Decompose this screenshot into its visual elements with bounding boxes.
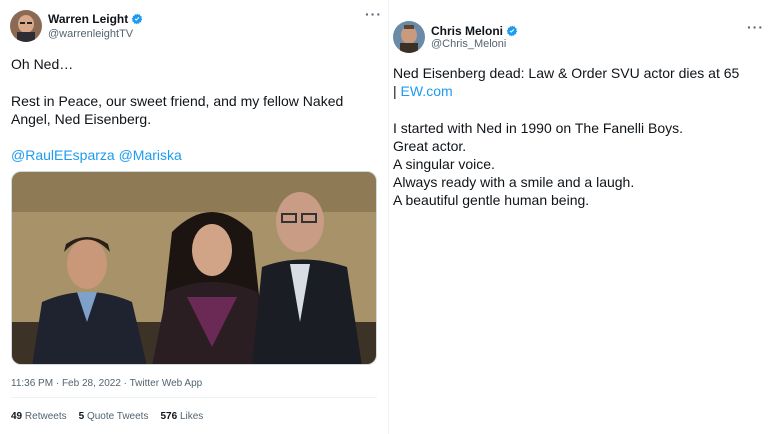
display-name-text: Warren Leight [48,12,129,26]
more-options-icon[interactable]: ··· [365,6,382,22]
retweets-label: Retweets [24,411,67,422]
tweet-text-line: Always ready with a smile and a laugh. [393,174,635,190]
retweets-count: 49 [11,411,23,422]
tweet-card-warren: Warren Leight @warrenleightTV ··· Oh Ned… [0,0,390,434]
avatar[interactable] [10,10,42,42]
divider [11,397,377,398]
user-handle[interactable]: @Chris_Meloni [431,38,506,50]
mention-link[interactable]: @RaulEEsparza [11,147,115,163]
more-options-icon[interactable]: ··· [747,19,764,35]
quote-tweets-count: 5 [78,411,85,422]
verified-badge-icon [131,13,143,25]
tweet-text-line: Angel, Ned Eisenberg. [11,111,152,127]
tweet-text-line: A beautiful gentle human being. [393,192,590,208]
retweets-stat[interactable]: 49 Retweets [11,411,67,422]
tweet-text-line: A singular voice. [393,156,495,172]
tweet-text-line: Rest in Peace, our sweet friend, and my … [11,93,344,109]
display-name[interactable]: Chris Meloni [431,24,518,38]
avatar[interactable] [393,21,425,53]
tweet-timestamp[interactable]: 11:36 PM · Feb 28, 2022 · Twitter Web Ap… [11,378,202,389]
tweet-text-line: Oh Ned… [11,56,74,72]
mention-link[interactable]: @Mariska [119,147,182,163]
quote-tweets-stat[interactable]: 5 Quote Tweets [79,411,149,422]
quote-tweets-label: Quote Tweets [86,411,149,422]
display-name[interactable]: Warren Leight [48,12,143,26]
tweet-text-line: Great actor. [393,138,467,154]
likes-count: 576 [160,411,178,422]
tweet-text-line: I started with Ned in 1990 on The Fanell… [393,120,684,136]
tweet-photo[interactable] [11,171,377,365]
likes-stat[interactable]: 576 Likes [160,411,203,422]
likes-label: Likes [179,411,204,422]
tweet-card-chris: Chris Meloni @Chris_Meloni ··· Ned Eisen… [388,0,768,434]
display-name-text: Chris Meloni [431,24,504,38]
source-link[interactable]: EW.com [401,83,453,99]
separator-text: | [393,83,401,99]
user-handle[interactable]: @warrenleightTV [48,28,133,40]
tweet-text-line: | EW.com [393,82,453,100]
mentions-line: @RaulEEsparza @Mariska [11,146,182,164]
tweet-text-line: Ned Eisenberg dead: Law & Order SVU acto… [393,65,740,81]
verified-badge-icon [506,25,518,37]
engagement-stats: 49 Retweets 5 Quote Tweets 576 Likes [11,411,203,422]
